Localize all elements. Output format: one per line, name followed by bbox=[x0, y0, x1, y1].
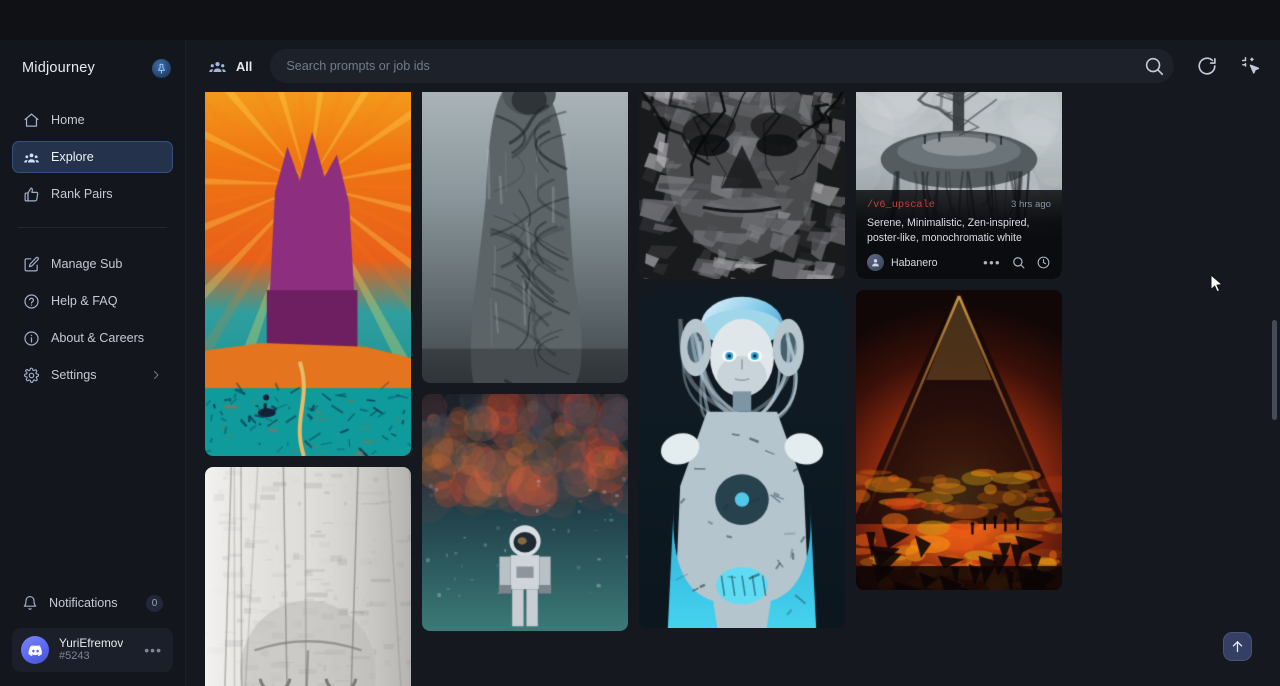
sidebar-item-rank-pairs[interactable]: Rank Pairs bbox=[12, 178, 173, 210]
sidebar-spacer bbox=[0, 396, 185, 586]
gallery-tile-psychedelic-desert-castle[interactable] bbox=[205, 92, 411, 456]
scroll-to-top-button[interactable] bbox=[1223, 632, 1252, 661]
sidebar: Midjourney Home bbox=[0, 40, 186, 686]
gallery-column-1 bbox=[205, 92, 411, 686]
gallery-tile-cyborg-woman-blue-android[interactable] bbox=[639, 290, 845, 628]
artwork-burning-red-pyramid bbox=[856, 290, 1062, 590]
sparkle-cursor-icon[interactable] bbox=[1240, 55, 1262, 77]
pin-badge-icon[interactable] bbox=[152, 59, 171, 78]
notifications-label: Notifications bbox=[49, 596, 118, 610]
search-bar[interactable] bbox=[270, 49, 1174, 83]
sidebar-item-home-label: Home bbox=[51, 113, 85, 127]
hover-card-actions: ••• bbox=[983, 255, 1051, 270]
author-avatar bbox=[867, 254, 884, 271]
sidebar-item-settings-label: Settings bbox=[51, 368, 97, 382]
gear-icon bbox=[23, 367, 40, 384]
explore-icon bbox=[23, 149, 40, 166]
gallery-column-4: /v6_upscale 3 hrs ago Serene, Minimalistic… bbox=[856, 92, 1062, 686]
hover-card-header: /v6_upscale 3 hrs ago bbox=[867, 199, 1051, 211]
user-meta: YuriEfremov #5243 bbox=[59, 636, 123, 663]
question-circle-icon bbox=[23, 293, 40, 310]
artwork-shrouded-figure-in-mist bbox=[422, 92, 628, 383]
people-group-icon bbox=[208, 57, 227, 76]
scrollbar-thumb[interactable] bbox=[1272, 320, 1277, 420]
search-input[interactable] bbox=[286, 49, 1136, 83]
hover-card-footer: Habanero ••• bbox=[867, 254, 1051, 271]
sidebar-secondary-nav: Manage Sub Help & FAQ bbox=[0, 240, 185, 396]
top-bar: All bbox=[186, 40, 1280, 92]
job-timestamp: 3 hrs ago bbox=[1011, 199, 1051, 210]
gallery-tile-shrouded-figure-in-mist[interactable] bbox=[422, 92, 628, 383]
main-content: All bbox=[186, 40, 1280, 686]
search-icon[interactable] bbox=[1011, 255, 1026, 270]
filter-all-label: All bbox=[236, 59, 252, 74]
discord-icon bbox=[21, 636, 49, 664]
sidebar-divider bbox=[18, 227, 167, 228]
sidebar-item-manage-sub-label: Manage Sub bbox=[51, 257, 122, 271]
gallery-tile-white-stone-buddha-face[interactable] bbox=[205, 467, 411, 686]
author-name[interactable]: Habanero bbox=[891, 257, 938, 269]
sidebar-item-explore-label: Explore bbox=[51, 150, 94, 164]
sidebar-item-about-careers-label: About & Careers bbox=[51, 331, 144, 345]
sidebar-item-home[interactable]: Home bbox=[12, 104, 173, 136]
gallery-column-3 bbox=[639, 92, 845, 686]
clock-icon[interactable] bbox=[1036, 255, 1051, 270]
sidebar-item-help-faq[interactable]: Help & FAQ bbox=[12, 285, 173, 317]
image-hover-card: /v6_upscale 3 hrs ago Serene, Minimalistic… bbox=[856, 190, 1062, 279]
gallery-scroll-area[interactable]: /v6_upscale 3 hrs ago Serene, Minimalistic… bbox=[186, 92, 1280, 686]
thumbs-up-icon bbox=[23, 186, 40, 203]
sidebar-item-explore[interactable]: Explore bbox=[12, 141, 173, 173]
brand-name: Midjourney bbox=[22, 60, 95, 76]
user-card[interactable]: YuriEfremov #5243 ••• bbox=[12, 628, 173, 672]
job-tag[interactable]: /v6_upscale bbox=[867, 199, 935, 211]
gallery-tile-burning-red-pyramid[interactable] bbox=[856, 290, 1062, 590]
sidebar-item-settings[interactable]: Settings bbox=[12, 359, 173, 391]
artwork-astronaut-underwater-clouds bbox=[422, 394, 628, 631]
notifications-count-badge: 0 bbox=[146, 595, 163, 612]
artwork-psychedelic-desert-castle bbox=[205, 92, 411, 456]
artwork-cyborg-woman-blue-android bbox=[639, 290, 845, 628]
bell-icon bbox=[22, 595, 38, 611]
window-chrome-bar bbox=[0, 0, 1280, 40]
user-tag: #5243 bbox=[59, 650, 123, 663]
sidebar-item-manage-sub[interactable]: Manage Sub bbox=[12, 248, 173, 280]
vertical-scrollbar[interactable] bbox=[1272, 92, 1277, 686]
chevron-right-icon bbox=[150, 369, 162, 381]
filter-all-button[interactable]: All bbox=[200, 50, 260, 82]
more-dots-icon[interactable]: ••• bbox=[983, 256, 1001, 269]
search-icon[interactable] bbox=[1143, 55, 1165, 77]
info-circle-icon bbox=[23, 330, 40, 347]
arrow-up-icon bbox=[1230, 639, 1245, 654]
sidebar-item-help-faq-label: Help & FAQ bbox=[51, 294, 118, 308]
sidebar-item-about-careers[interactable]: About & Careers bbox=[12, 322, 173, 354]
user-name: YuriEfremov bbox=[59, 636, 123, 650]
edit-icon bbox=[23, 256, 40, 273]
home-icon bbox=[23, 112, 40, 129]
gallery-tile-carved-stone-face-relief[interactable] bbox=[639, 92, 845, 279]
artwork-white-stone-buddha-face bbox=[205, 467, 411, 686]
brand-row: Midjourney bbox=[0, 40, 185, 96]
sidebar-item-rank-pairs-label: Rank Pairs bbox=[51, 187, 113, 201]
refresh-icon[interactable] bbox=[1196, 55, 1218, 77]
image-masonry-grid: /v6_upscale 3 hrs ago Serene, Minimalistic… bbox=[186, 92, 1280, 686]
sidebar-primary-nav: Home Explore bbox=[0, 96, 185, 215]
gallery-tile-astronaut-underwater-clouds[interactable] bbox=[422, 394, 628, 631]
more-dots-icon[interactable]: ••• bbox=[144, 642, 164, 658]
gallery-tile-monochrome-tree-of-life[interactable]: /v6_upscale 3 hrs ago Serene, Minimalistic… bbox=[856, 92, 1062, 279]
midjourney-app-window: Midjourney Home bbox=[0, 0, 1280, 686]
job-prompt-text: Serene, Minimalistic, Zen-inspired, post… bbox=[867, 216, 1051, 246]
artwork-carved-stone-face-relief bbox=[639, 92, 845, 279]
notifications-row[interactable]: Notifications 0 bbox=[12, 586, 173, 620]
gallery-column-2 bbox=[422, 92, 628, 686]
